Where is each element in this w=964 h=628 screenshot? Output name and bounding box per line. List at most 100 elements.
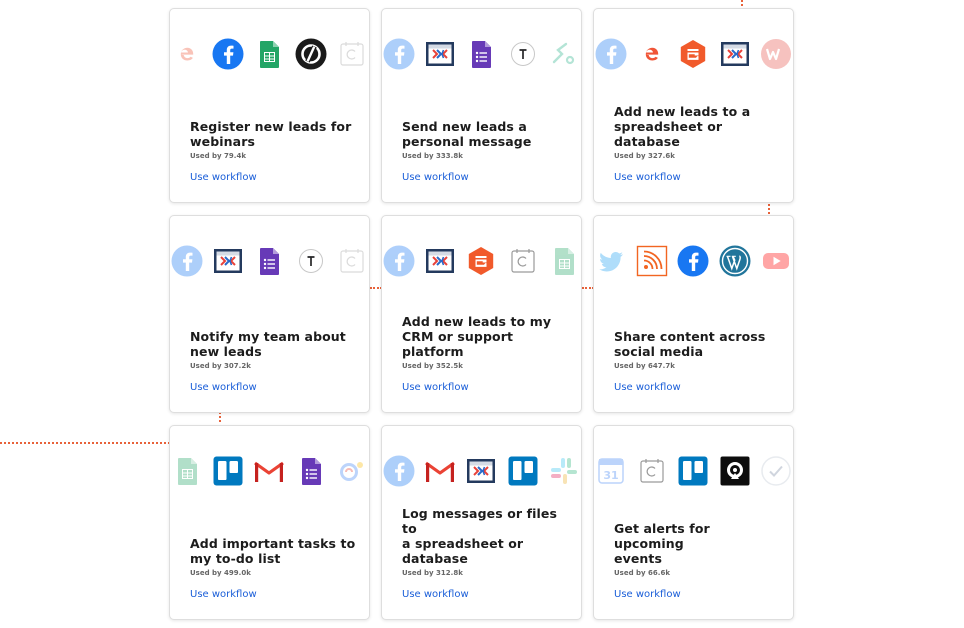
trello-icon (507, 455, 539, 487)
card-body: Get alerts for upcoming events Used by 66.… (614, 521, 781, 601)
workflow-title-line: Notify my team about (190, 329, 346, 344)
workflow-title: Add new leads to a spreadsheet or databas… (614, 104, 781, 149)
workflow-title: Send new leads a personal message (402, 119, 569, 149)
workflow-title: Share content across social media (614, 329, 781, 359)
use-workflow-link[interactable]: Use workflow (614, 589, 681, 600)
gmail-icon (253, 455, 285, 487)
workflow-title-line: spreadsheet or database (614, 119, 723, 149)
app-icons-row: 31 (594, 454, 793, 488)
workflow-card[interactable]: Send new leads a personal message Used by … (381, 8, 582, 203)
workflow-title-line: Add important tasks to (190, 536, 356, 551)
google-forms-icon (465, 38, 497, 70)
workflow-title-line: Send new leads a (402, 119, 527, 134)
workflow-grid: Register new leads for webinars Used by 79… (169, 8, 794, 620)
workflow-title: Notify my team about new leads (190, 329, 357, 359)
workflow-title-line: Add new leads to a (614, 104, 751, 119)
usage-count: Used by 79.4k (190, 152, 246, 160)
clickfunnels-icon (719, 38, 751, 70)
app-icons-row (170, 244, 369, 278)
clickfunnels-icon (424, 245, 456, 277)
facebook-icon (595, 38, 627, 70)
workflow-title-line: Share content across (614, 329, 766, 344)
youtube-icon (760, 245, 792, 277)
workflow-title: Log messages or files to a spreadsheet or… (402, 506, 569, 566)
use-workflow-link[interactable]: Use workflow (402, 172, 469, 183)
gmail-icon (424, 455, 456, 487)
use-workflow-link[interactable]: Use workflow (190, 172, 257, 183)
google-assistant-icon (336, 455, 368, 487)
usage-count: Used by 499.0k (190, 569, 251, 577)
trello-icon (212, 455, 244, 487)
workflow-title-line: social media (614, 344, 704, 359)
checkmark-icon (760, 455, 792, 487)
app-icons-row (382, 244, 581, 278)
workflow-title-line: events (614, 551, 663, 566)
usage-count: Used by 66.6k (614, 569, 670, 577)
dotted-connector (741, 0, 743, 6)
card-body: Add important tasks to my to-do list Used … (190, 536, 357, 601)
workflow-card[interactable]: Register new leads for webinars Used by 79… (169, 8, 370, 203)
usage-count: Used by 333.8k (402, 152, 463, 160)
usage-count: Used by 307.2k (190, 362, 251, 370)
facebook-icon (677, 245, 709, 277)
svg-text:31: 31 (603, 469, 618, 482)
google-forms-icon (295, 455, 327, 487)
webflow-icon (760, 38, 792, 70)
use-workflow-link[interactable]: Use workflow (614, 382, 681, 393)
facebook-icon (383, 245, 415, 277)
calendar-icon (507, 245, 539, 277)
calendar-icon (336, 245, 368, 277)
workflow-title: Add new leads to my CRM or support platfo… (402, 314, 569, 359)
workflow-title: Add important tasks to my to-do list (190, 536, 357, 566)
workflow-title-line: personal message (402, 134, 532, 149)
clickfunnels-icon (465, 455, 497, 487)
usage-count: Used by 312.8k (402, 569, 463, 577)
twitter-icon (595, 245, 627, 277)
workflow-title-line: Log messages or files to (402, 506, 558, 536)
google-sheets-icon (253, 38, 285, 70)
use-workflow-link[interactable]: Use workflow (402, 589, 469, 600)
workflow-title-line: a spreadsheet or (402, 536, 524, 551)
clickfunnels-icon (212, 245, 244, 277)
facebook-icon (212, 38, 244, 70)
webhook-icon (548, 38, 580, 70)
clickfunnels-icon (424, 38, 456, 70)
workflow-card[interactable]: Add new leads to my CRM or support platfo… (381, 215, 582, 413)
usage-count: Used by 647.7k (614, 362, 675, 370)
google-calendar-icon: 31 (595, 455, 627, 487)
workflow-title-line: new leads (190, 344, 262, 359)
card-body: Log messages or files to a spreadsheet or… (402, 506, 569, 601)
use-workflow-link[interactable]: Use workflow (402, 382, 469, 393)
rss-icon (636, 245, 668, 277)
use-workflow-link[interactable]: Use workflow (190, 589, 257, 600)
typeform-icon (295, 245, 327, 277)
typeform-icon (507, 38, 539, 70)
app-icons-row (382, 37, 581, 71)
workflow-card[interactable]: Log messages or files to a spreadsheet or… (381, 425, 582, 620)
use-workflow-link[interactable]: Use workflow (614, 172, 681, 183)
workflow-title-line: Get alerts for upcoming (614, 521, 710, 551)
workflow-card[interactable]: Add new leads to a spreadsheet or databas… (593, 8, 794, 203)
workflow-title: Register new leads for webinars (190, 119, 357, 149)
workflow-title-line: database (402, 551, 468, 566)
facebook-icon (383, 38, 415, 70)
google-forms-icon (253, 245, 285, 277)
facebook-icon (383, 455, 415, 487)
workflow-card[interactable]: 31 Get alerts for upcoming events Used by 6… (593, 425, 794, 620)
workflow-card[interactable]: Share content across social media Used by … (593, 215, 794, 413)
calendar-icon (636, 455, 668, 487)
use-workflow-link[interactable]: Use workflow (190, 382, 257, 393)
card-body: Add new leads to a spreadsheet or databas… (614, 104, 781, 184)
quickbase-icon (719, 455, 751, 487)
workflow-card[interactable]: Add important tasks to my to-do list Used … (169, 425, 370, 620)
eventbrite-icon (636, 38, 668, 70)
app-icons-row (594, 244, 793, 278)
card-body: Add new leads to my CRM or support platfo… (402, 314, 569, 394)
google-sheets-icon (548, 245, 580, 277)
workflow-title-line: my to-do list (190, 551, 281, 566)
gravity-forms-icon (677, 38, 709, 70)
gravity-forms-icon (465, 245, 497, 277)
workflow-card[interactable]: Notify my team about new leads Used by 307… (169, 215, 370, 413)
workflow-title-line: Add new leads to my (402, 314, 552, 329)
unbounce-icon (295, 38, 327, 70)
